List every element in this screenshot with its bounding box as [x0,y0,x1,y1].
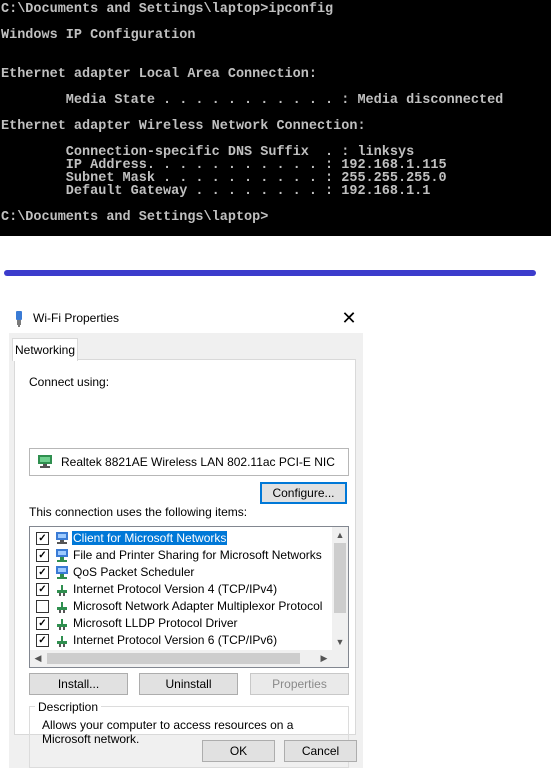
networking-panel: Connect using: Realtek 8821AE Wireless L… [14,359,356,768]
list-item[interactable]: ✓ Client for Microsoft Networks [30,530,330,547]
console-line: Media State . . . . . . . . . . . : Medi… [1,93,504,108]
item-label: Microsoft LLDP Protocol Driver [73,616,238,630]
list-item[interactable]: ✓ Internet Protocol Version 4 (TCP/IPv4) [30,581,330,598]
item-checkbox[interactable]: ✓ [36,532,49,545]
close-icon[interactable]: ✕ [339,308,359,328]
list-item[interactable]: ✓ File and Printer Sharing for Microsoft … [30,547,330,564]
item-checkbox[interactable]: ✓ [36,566,49,579]
command-prompt-output: C:\Documents and Settings\laptop>ipconfi… [0,0,551,236]
ok-button[interactable]: OK [202,740,275,762]
item-checkbox[interactable]: ✓ [36,617,49,630]
dialog-title: Wi-Fi Properties [33,311,120,325]
item-label: Microsoft Network Adapter Multiplexor Pr… [73,599,323,613]
console-line: C:\Documents and Settings\laptop>ipconfi… [1,2,334,17]
components-list[interactable]: ✓ Client for Microsoft Networks ✓ File and … [29,526,349,668]
items-label: This connection uses the following items… [29,505,248,519]
console-line: Ethernet adapter Local Area Connection: [1,67,317,82]
protocol-icon [57,602,67,613]
item-checkbox[interactable]: ✓ [36,549,49,562]
configure-button[interactable]: Configure... [260,482,347,504]
list-item[interactable]: Microsoft Network Adapter Multiplexor Pr… [30,598,330,615]
horizontal-scrollbar[interactable]: ◀ ▶ [30,650,332,667]
protocol-icon [57,585,67,596]
network-service-icon [56,549,68,562]
divider-line [4,270,536,276]
scroll-left-icon[interactable]: ◀ [30,650,46,667]
network-adapter-icon [38,455,52,468]
scroll-up-icon[interactable]: ▲ [332,527,348,543]
item-label: Internet Protocol Version 6 (TCP/IPv6) [73,633,278,647]
protocol-icon [57,636,67,647]
list-item[interactable]: ✓ Internet Protocol Version 6 (TCP/IPv6) [30,632,330,649]
wifi-properties-dialog: Wi-Fi Properties ✕ Networking Connect us… [9,303,363,768]
scroll-right-icon[interactable]: ▶ [316,650,332,667]
item-checkbox[interactable]: ✓ [36,583,49,596]
adapter-field: Realtek 8821AE Wireless LAN 802.11ac PCI… [29,448,349,476]
protocol-icon [57,619,67,630]
list-item[interactable]: ✓ Microsoft LLDP Protocol Driver [30,615,330,632]
uninstall-button[interactable]: Uninstall [139,673,238,695]
network-service-icon [56,566,68,579]
console-line: Windows IP Configuration [1,28,196,43]
item-label: QoS Packet Scheduler [73,565,195,579]
scroll-down-icon[interactable]: ▼ [332,634,348,650]
install-button[interactable]: Install... [29,673,128,695]
item-label: Client for Microsoft Networks [72,531,228,545]
cancel-button[interactable]: Cancel [284,740,357,762]
console-line: Default Gateway . . . . . . . . : 192.16… [1,184,431,199]
connect-using-label: Connect using: [29,375,110,389]
adapter-name: Realtek 8821AE Wireless LAN 802.11ac PCI… [61,455,335,469]
description-title: Description [35,700,102,714]
vertical-scrollbar[interactable]: ▲ ▼ [332,527,348,650]
title-bar: Wi-Fi Properties ✕ [9,303,363,333]
console-line: C:\Documents and Settings\laptop> [1,210,269,225]
tab-networking[interactable]: Networking [12,338,78,361]
console-line: Ethernet adapter Wireless Network Connec… [1,119,366,134]
item-checkbox[interactable] [36,600,49,613]
scroll-thumb[interactable] [334,543,346,613]
list-item[interactable]: ✓ QoS Packet Scheduler [30,564,330,581]
properties-button[interactable]: Properties [250,673,349,695]
wifi-adapter-icon [16,311,22,327]
item-label: File and Printer Sharing for Microsoft N… [73,548,322,562]
scroll-thumb-horizontal[interactable] [47,653,300,664]
item-checkbox[interactable]: ✓ [36,634,49,647]
network-client-icon [56,532,68,544]
item-label: Internet Protocol Version 4 (TCP/IPv4) [73,582,278,596]
scroll-corner [332,650,348,667]
